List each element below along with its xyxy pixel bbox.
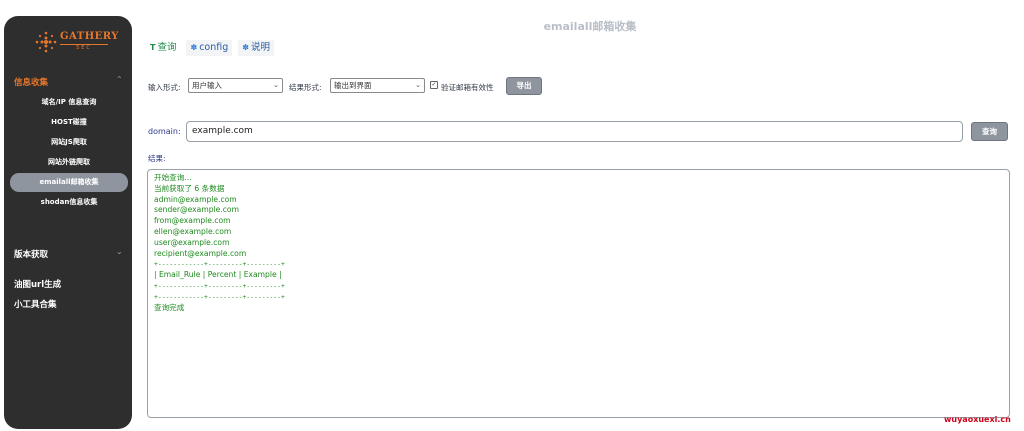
tab-help-label: 说明 [250,42,270,53]
watermark: wuyaoxuexi.cn [944,415,1011,424]
input-mode-label: 输入形式: [148,83,181,92]
result-line: ellen@example.com [154,226,232,236]
nav-item-domain-ip-query[interactable]: 域名/IP 信息查询 [10,93,128,112]
tab-help[interactable]: ✽ 说明 [238,40,274,56]
nav-item-external-links[interactable]: 网站外链爬取 [10,153,128,172]
result-output[interactable]: 开始查询... 当前获取了 6 条数据 admin@example.com se… [147,169,1010,418]
result-line: from@example.com [154,216,231,226]
tab-config-label: config [199,42,229,53]
validate-email-label: 验证邮箱有效性 [441,83,494,92]
app-window: GATHERY SEC 信息收集 ⌃ 域名/IP 信息查询 HOST碰撞 网站J… [0,0,1024,431]
nav-item-shodan[interactable]: shodan信息收集 [10,193,128,212]
result-line: admin@example.com [154,194,237,204]
nav-item-host-collision[interactable]: HOST碰撞 [10,113,128,132]
gear-icon: ✽ [190,43,198,52]
result-line: user@example.com [154,237,230,247]
nav-group-info-collect[interactable]: 信息收集 [14,76,48,88]
validate-email-checkbox[interactable]: ✓ [430,81,438,89]
result-done-line: 查询完成 [154,302,185,312]
sidebar: GATHERY SEC 信息收集 ⌃ 域名/IP 信息查询 HOST碰撞 网站J… [4,16,132,429]
result-line: 开始查询... [154,173,192,182]
nav-item-url-generate[interactable]: 油图url生成 [14,278,61,290]
result-table-border: +------------+---------+---------+ [154,281,285,290]
tab-bar: T 查询 ✽ config ✽ 说明 [146,40,274,56]
page-title: emailall邮箱收集 [543,20,637,33]
query-button[interactable]: 查询 [971,122,1008,141]
result-mode-select[interactable]: 输出到界面 ⌄ [330,78,425,93]
result-mode-label: 结果形式: [289,83,322,92]
logo: GATHERY SEC [34,30,118,60]
nav-item-emailall[interactable]: emailall邮箱收集 [10,173,128,192]
result-line: 当前获取了 6 条数据 [154,183,225,193]
nav-item-tools[interactable]: 小工具合集 [14,298,57,310]
result-table-header: | Email_Rule | Percent | Example | [154,270,282,280]
domain-label: domain: [148,127,181,136]
result-line: recipient@example.com [154,248,247,258]
result-table-border: +------------+---------+---------+ [154,260,285,269]
gear-icon: ✽ [242,43,249,52]
input-mode-select[interactable]: 用户输入 ⌄ [188,78,283,93]
nav-group-version[interactable]: 版本获取 [14,248,48,260]
tab-query-label: 查询 [157,42,177,53]
input-mode-value: 用户输入 [192,81,222,90]
export-button[interactable]: 导出 [506,77,542,95]
tab-query[interactable]: T 查询 [146,40,181,56]
chevron-down-icon[interactable]: ⌄ [116,247,123,256]
chevron-down-icon: ⌄ [273,81,279,89]
tab-config[interactable]: ✽ config [186,40,233,56]
chevron-down-icon: ⌄ [415,81,421,89]
text-icon: T [150,43,156,52]
logo-subtext: SEC [60,44,108,51]
result-table-border: +------------+---------+---------+ [154,292,285,301]
nav-item-js-crawl[interactable]: 网站JS爬取 [10,133,128,152]
chevron-up-icon[interactable]: ⌃ [116,75,123,84]
result-label: 结果: [148,154,166,163]
domain-input[interactable]: example.com [186,121,963,142]
result-line: sender@example.com [154,205,239,215]
result-mode-value: 输出到界面 [334,81,372,90]
